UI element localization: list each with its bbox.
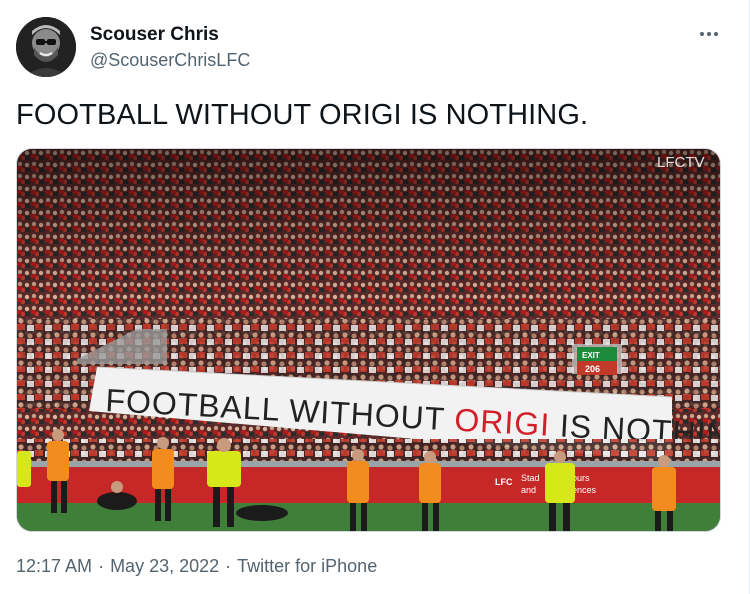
svg-text:EXIT: EXIT — [582, 351, 600, 360]
more-dot — [700, 32, 704, 36]
more-dot — [707, 32, 711, 36]
author-display-name[interactable]: Scouser Chris — [90, 24, 250, 46]
author-block: Scouser Chris @ScouserChrisLFC — [90, 24, 250, 72]
tweet-source-link[interactable]: Twitter for iPhone — [237, 556, 377, 576]
meta-separator: · — [98, 556, 105, 576]
more-options-button[interactable] — [694, 22, 724, 46]
svg-text:ences: ences — [572, 485, 597, 495]
svg-text:206: 206 — [585, 364, 600, 374]
tweet-time[interactable]: 12:17 AM — [16, 556, 92, 576]
svg-text:Stad: Stad — [521, 473, 540, 483]
tweet-text: FOOTBALL WITHOUT ORIGI IS NOTHING. — [16, 99, 589, 131]
svg-text:LFC: LFC — [495, 477, 513, 487]
exit-sign: EXIT 206 — [577, 347, 617, 375]
svg-text:and: and — [521, 485, 536, 495]
stadium-crowd-photo: EXIT 206 FOOTBALL WITHOUT ORIGI IS NOTHI… — [17, 149, 720, 531]
lfctv-watermark: LFCTV — [657, 154, 705, 171]
tweet-card: Scouser Chris @ScouserChrisLFC FOOTBALL … — [0, 0, 750, 594]
avatar-face-icon — [16, 17, 76, 77]
author-handle[interactable]: @ScouserChrisLFC — [90, 48, 250, 72]
tweet-meta: 12:17 AM · May 23, 2022 · Twitter for iPhone — [16, 555, 377, 577]
tweet-photo[interactable]: EXIT 206 FOOTBALL WITHOUT ORIGI IS NOTHI… — [16, 148, 721, 532]
more-dot — [714, 32, 718, 36]
profile-avatar[interactable] — [16, 17, 76, 77]
meta-separator: · — [225, 556, 232, 576]
tweet-date[interactable]: May 23, 2022 — [110, 556, 219, 576]
